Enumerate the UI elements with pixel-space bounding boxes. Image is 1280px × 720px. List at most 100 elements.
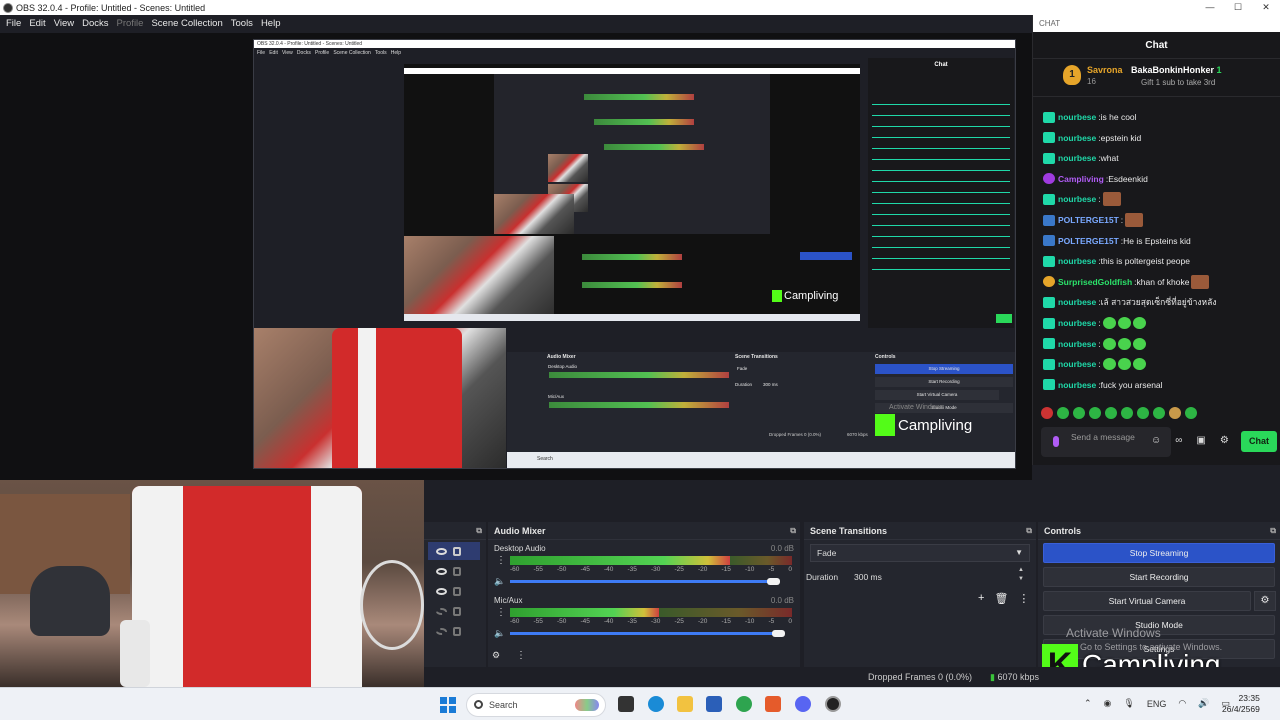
chat-username[interactable]: nourbese <box>1058 318 1096 328</box>
hidden-icon[interactable] <box>436 627 447 635</box>
emote-icon[interactable] <box>1137 407 1149 419</box>
more-icon[interactable]: ⋮ <box>1018 592 1029 605</box>
dock-float-icon[interactable]: ⧉ <box>476 522 482 540</box>
chat-username[interactable]: POLTERGE15T <box>1058 236 1119 246</box>
advanced-audio-gear-icon[interactable]: ⚙ <box>492 650 500 661</box>
visibility-icon[interactable] <box>436 587 447 595</box>
chat-username[interactable]: POLTERGE15T <box>1058 215 1119 225</box>
emote-icon[interactable] <box>1041 407 1053 419</box>
emote-icon[interactable] <box>1185 407 1197 419</box>
volume-icon[interactable]: 🔊 <box>1198 698 1209 709</box>
chat-message[interactable]: nourbese: this is poltergeist peope <box>1043 251 1190 271</box>
volume-slider[interactable] <box>510 632 778 635</box>
menu-help[interactable]: Help <box>257 15 285 33</box>
chat-username[interactable]: nourbese <box>1058 297 1096 307</box>
menu-view[interactable]: View <box>50 15 78 33</box>
chat-message[interactable]: SurprisedGoldfish: khan of khoke <box>1043 272 1210 292</box>
mute-speaker-icon[interactable]: 🔈 <box>494 576 505 587</box>
duration-spinner[interactable]: ▲ ▼ <box>1018 566 1024 584</box>
emote-icon[interactable] <box>1105 407 1117 419</box>
gift-second-user[interactable]: BakaBonkinHonker 1 <box>1131 65 1222 75</box>
obs-taskbar-icon[interactable] <box>825 696 841 712</box>
emote-icon[interactable] <box>1089 407 1101 419</box>
channel-menu-icon[interactable]: ⋮ <box>496 555 506 566</box>
dock-float-icon[interactable]: ⧉ <box>790 522 796 540</box>
chat-username[interactable]: nourbese <box>1058 133 1096 143</box>
task-view-icon[interactable] <box>618 696 634 712</box>
source-row[interactable] <box>436 562 480 580</box>
taskbar-search[interactable]: Search <box>466 693 606 717</box>
source-row[interactable] <box>428 542 480 560</box>
minimize-button[interactable]: — <box>1196 0 1224 15</box>
chat-message[interactable]: Campliving: Esdeenkid <box>1043 169 1148 189</box>
microphone-icon[interactable]: 🎙 <box>1123 698 1134 709</box>
gear-icon[interactable]: ⚙ <box>1220 435 1229 446</box>
emote-bar[interactable] <box>1041 407 1275 421</box>
chat-message[interactable]: POLTERGE15T: <box>1043 210 1144 230</box>
chat-message[interactable]: nourbese: fuck you arsenal <box>1043 375 1163 395</box>
maximize-button[interactable]: ☐ <box>1224 0 1252 15</box>
discord-icon[interactable] <box>795 696 811 712</box>
chat-username[interactable]: SurprisedGoldfish <box>1058 277 1132 287</box>
channel-menu-icon[interactable]: ⋮ <box>496 607 506 618</box>
add-icon[interactable]: + <box>978 592 984 605</box>
mixer-more-icon[interactable]: ⋮ <box>516 650 526 661</box>
file-explorer-icon[interactable] <box>677 696 693 712</box>
store-icon[interactable]: ▣ <box>1196 435 1205 446</box>
lock-icon[interactable] <box>453 626 461 636</box>
mute-speaker-icon[interactable]: 🔈 <box>494 628 505 639</box>
lock-icon[interactable] <box>453 586 461 596</box>
chat-message[interactable]: nourbese: <box>1043 354 1146 374</box>
chat-username[interactable]: nourbese <box>1058 256 1096 266</box>
send-chat-button[interactable]: Chat <box>1241 431 1277 452</box>
edge-icon[interactable] <box>648 696 664 712</box>
chat-message[interactable]: nourbese: is he cool <box>1043 107 1137 127</box>
menu-edit[interactable]: Edit <box>25 15 49 33</box>
menu-scene-collection[interactable]: Scene Collection <box>147 15 226 33</box>
menu-profile[interactable]: Profile <box>113 15 148 33</box>
source-row[interactable] <box>436 622 480 640</box>
volume-slider-knob[interactable] <box>766 578 780 585</box>
menu-file[interactable]: File <box>2 15 25 33</box>
close-button[interactable]: ✕ <box>1252 0 1280 15</box>
hidden-icon[interactable] <box>436 607 447 615</box>
emote-icon[interactable] <box>1121 407 1133 419</box>
smiley-icon[interactable]: ☺ <box>1151 435 1161 446</box>
brave-icon[interactable] <box>765 696 781 712</box>
chat-username[interactable]: Campliving <box>1058 174 1104 184</box>
chat-username[interactable]: nourbese <box>1058 359 1096 369</box>
chat-message[interactable]: nourbese: <box>1043 313 1146 333</box>
menu-docks[interactable]: Docks <box>78 15 112 33</box>
lock-icon[interactable] <box>453 566 461 576</box>
chat-message[interactable]: nourbese: <box>1043 334 1146 354</box>
volume-slider-knob[interactable] <box>772 630 785 637</box>
chat-username[interactable]: nourbese <box>1058 380 1096 390</box>
start-virtual-camera-button[interactable]: Start Virtual Camera <box>1043 591 1251 611</box>
visibility-icon[interactable] <box>436 567 447 575</box>
chat-username[interactable]: nourbese <box>1058 339 1096 349</box>
emote-icon[interactable] <box>1153 407 1165 419</box>
chat-message[interactable]: nourbese: <box>1043 189 1121 209</box>
source-row[interactable] <box>436 602 480 620</box>
menu-tools[interactable]: Tools <box>227 15 257 33</box>
chat-message[interactable]: nourbese: what <box>1043 148 1119 168</box>
chat-username[interactable]: nourbese <box>1058 153 1096 163</box>
emote-icon[interactable] <box>1073 407 1085 419</box>
wifi-icon[interactable]: ◠ <box>1178 698 1186 709</box>
emote-icon[interactable] <box>1057 407 1069 419</box>
stop-streaming-button[interactable]: Stop Streaming <box>1043 543 1275 563</box>
virtual-camera-settings-gear-icon[interactable]: ⚙ <box>1254 591 1276 611</box>
duration-input[interactable]: 300 ms <box>850 568 1024 586</box>
chat-username[interactable]: nourbese <box>1058 194 1096 204</box>
clock[interactable]: 23:35 26/4/2569 <box>1222 693 1260 715</box>
chevron-up-icon[interactable]: ⌃ <box>1084 698 1092 709</box>
windows-start-icon[interactable] <box>440 697 456 713</box>
chat-message[interactable]: POLTERGE15T: He is Epsteins kid <box>1043 231 1191 251</box>
chat-username[interactable]: nourbese <box>1058 112 1096 122</box>
dock-float-icon[interactable]: ⧉ <box>1026 522 1032 540</box>
store-icon[interactable] <box>706 696 722 712</box>
visibility-icon[interactable] <box>436 547 447 555</box>
volume-slider[interactable] <box>510 580 778 583</box>
chat-messages[interactable]: nourbese: is he cool nourbese: epstein ki… <box>1033 107 1280 425</box>
program-preview[interactable]: OBS 32.0.4 - Profile: Untitled - Scenes:… <box>0 33 1032 480</box>
